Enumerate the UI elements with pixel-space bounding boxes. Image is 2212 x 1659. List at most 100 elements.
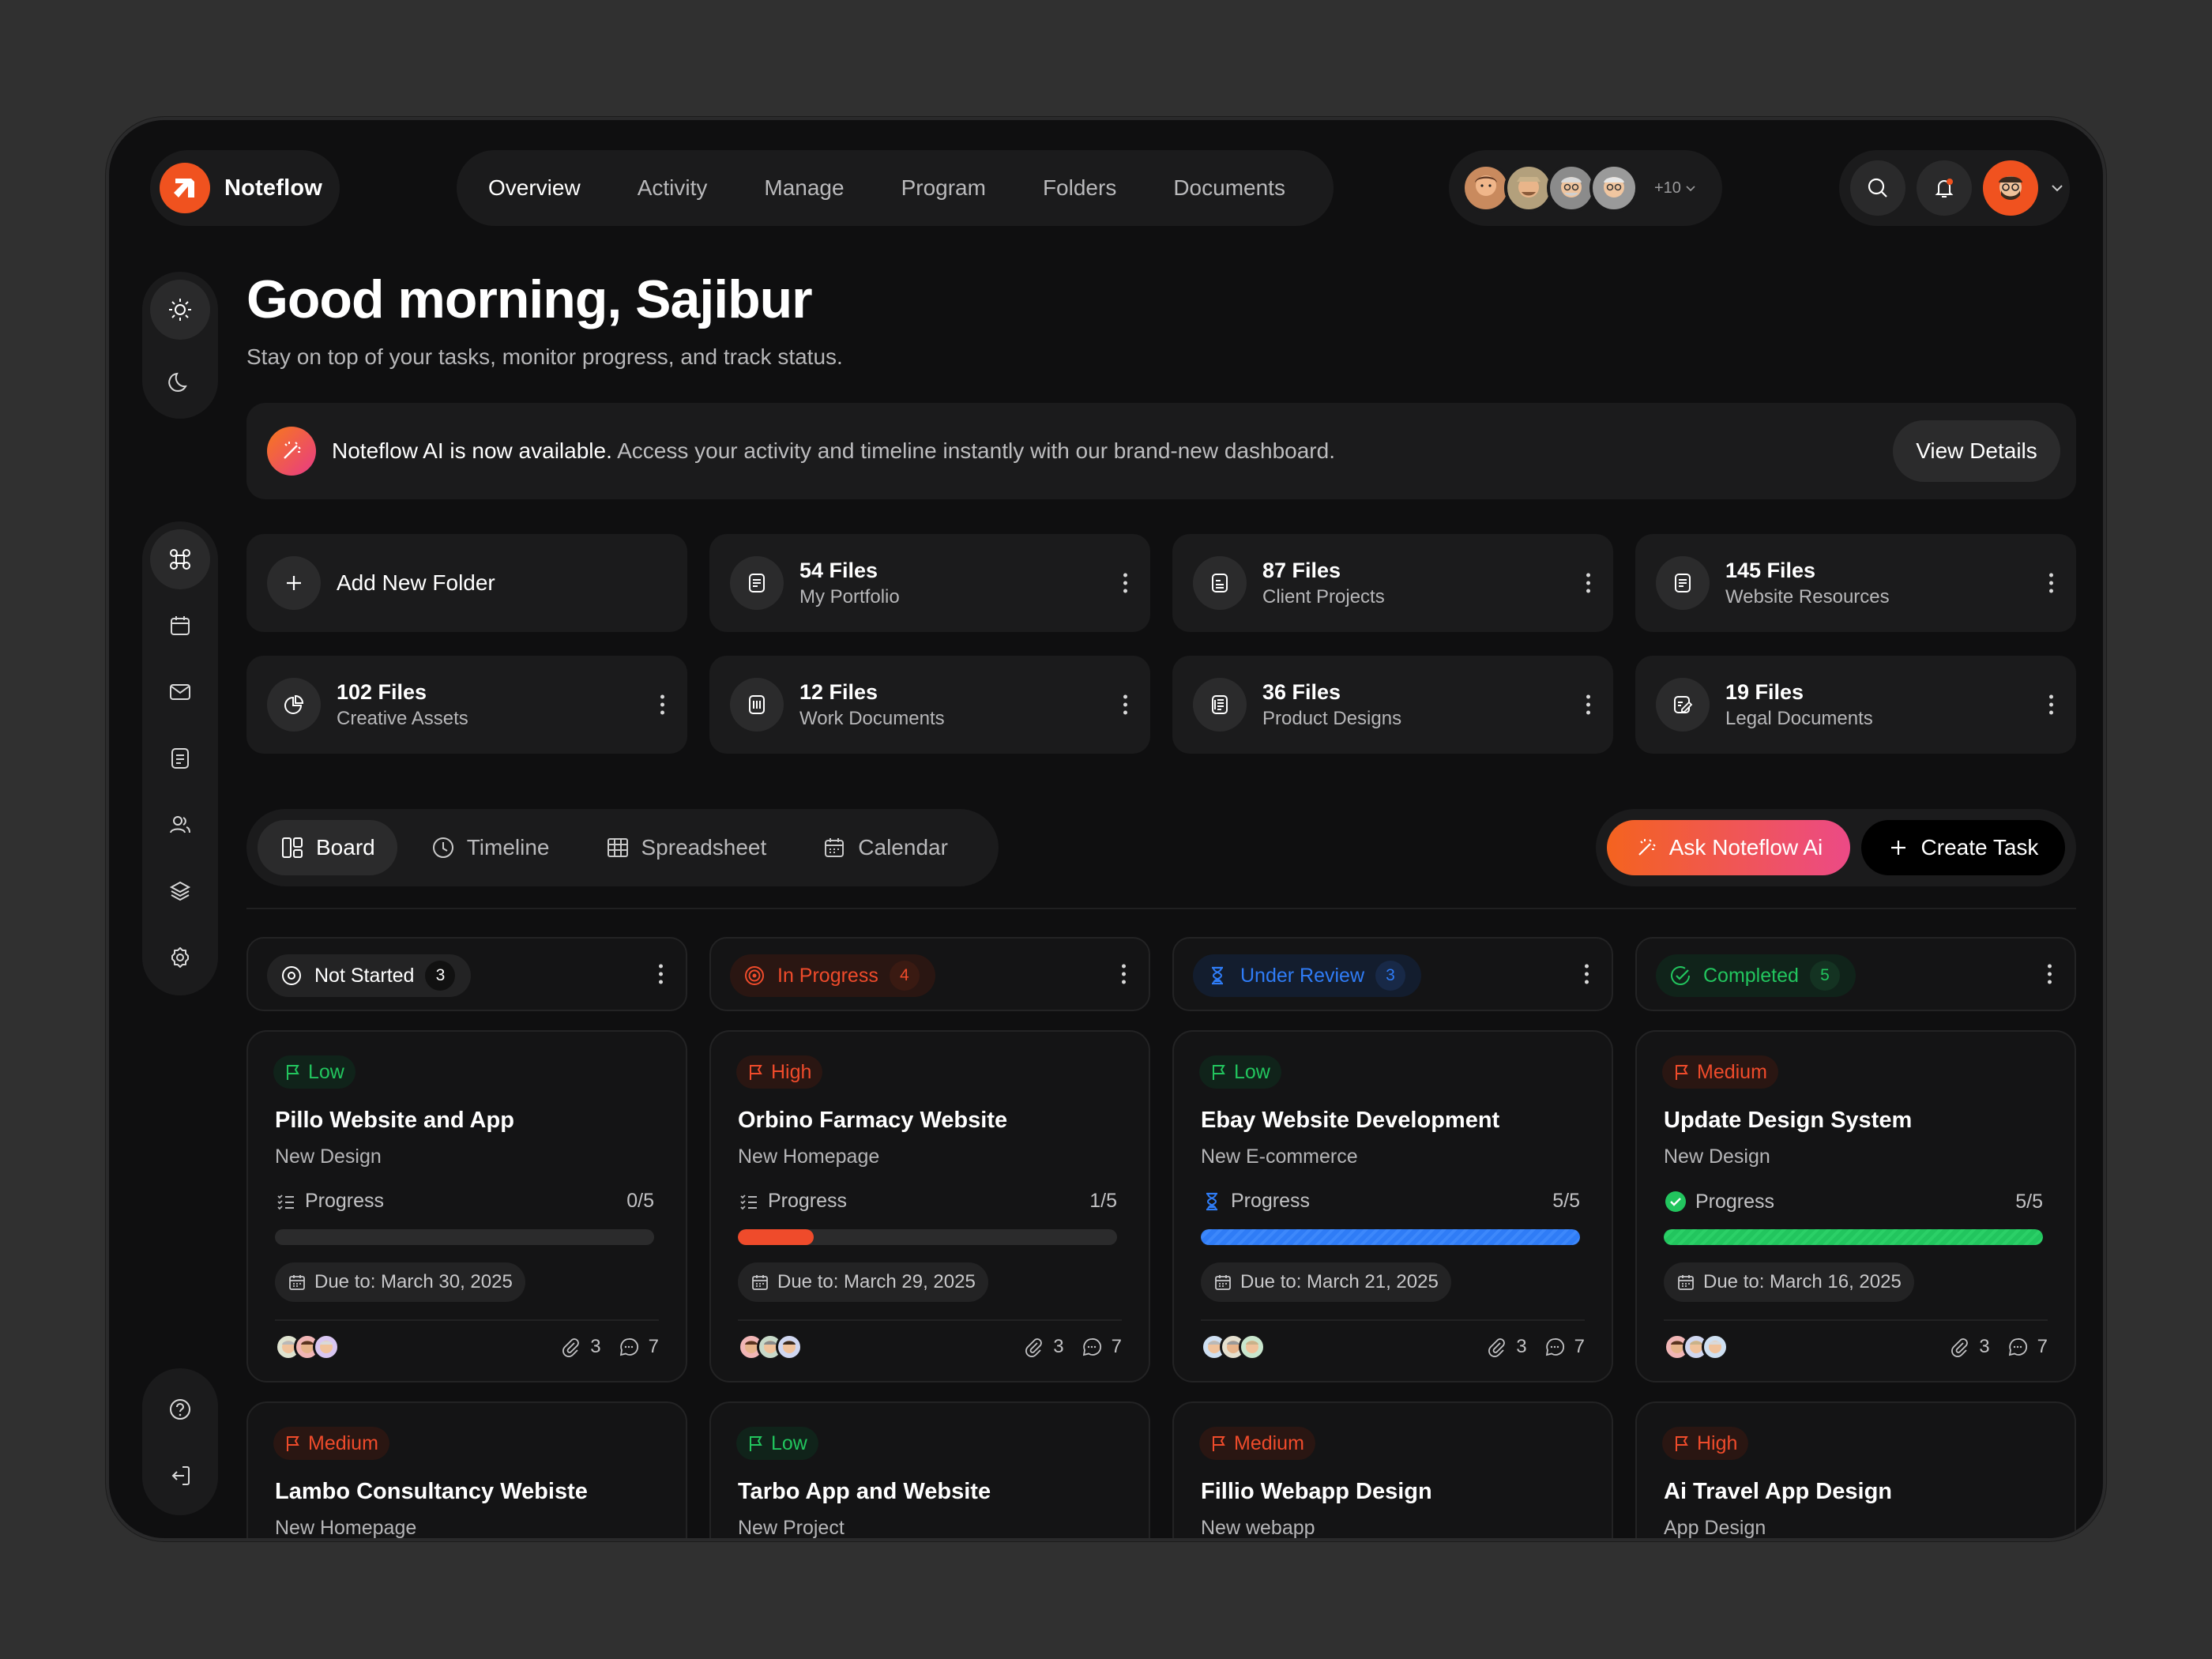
comment-icon[interactable] [619,1337,639,1357]
add-folder-button[interactable]: Add New Folder [246,534,687,632]
sidebar-item-dashboard[interactable] [150,529,210,589]
light-mode-button[interactable] [150,280,210,340]
more-options-icon[interactable] [1123,694,1128,715]
folder-card[interactable]: 36 Files Product Designs [1172,656,1613,754]
nav-activity[interactable]: Activity [638,175,736,201]
more-options-icon[interactable] [2049,573,2054,593]
more-options-icon[interactable] [1586,573,1591,593]
status-badge[interactable]: Under Review 3 [1193,954,1422,997]
flag-icon [1676,1436,1688,1451]
comment-count: 7 [2037,1336,2048,1357]
task-card[interactable]: High Orbino Farmacy Website New Homepage… [709,1030,1150,1382]
nav-overview[interactable]: Overview [488,175,609,201]
assignees[interactable] [275,1334,340,1360]
comment-icon[interactable] [2007,1337,2028,1357]
due-date: Due to: March 21, 2025 [1240,1271,1439,1292]
paperclip-icon[interactable] [1949,1337,1969,1357]
paperclip-icon[interactable] [560,1337,581,1357]
more-options-icon[interactable] [1123,573,1128,593]
more-options-icon[interactable] [2049,694,2054,715]
task-card[interactable]: Low Tarbo App and Website New Project [709,1401,1150,1538]
team-members[interactable]: +10 [1449,150,1722,226]
assignees[interactable] [738,1334,803,1360]
folder-card[interactable]: 145 Files Website Resources [1635,534,2076,632]
sidebar-item-calendar[interactable] [150,596,210,656]
sidebar-item-documents[interactable] [150,728,210,788]
paperclip-icon[interactable] [1023,1337,1044,1357]
dark-mode-button[interactable] [150,351,210,411]
main-nav: Overview Activity Manage Program Folders… [457,150,1334,226]
task-footer: 3 7 [275,1327,659,1367]
create-task-button[interactable]: Create Task [1861,820,2065,875]
comment-icon[interactable] [1082,1337,1102,1357]
sidebar-item-users[interactable] [150,795,210,855]
more-options-icon[interactable] [1586,694,1591,715]
folder-name: Legal Documents [1725,707,1873,729]
task-card[interactable]: High Ai Travel App Design App Design [1635,1401,2076,1538]
task-card[interactable]: Low Pillo Website and App New Design Pro… [246,1030,687,1382]
avatar [1999,176,2022,200]
priority-label: Low [308,1060,344,1083]
paperclip-icon[interactable] [1486,1337,1507,1357]
user-avatar[interactable] [1983,160,2038,216]
more-options-icon[interactable] [1122,964,1127,984]
task-title: Update Design System [1664,1108,1913,1133]
nav-documents[interactable]: Documents [1173,175,1285,201]
folder-card[interactable]: 102 Files Creative Assets [246,656,687,754]
view-details-button[interactable]: View Details [1893,420,2060,482]
ask-ai-button[interactable]: Ask Noteflow Ai [1607,820,1850,875]
task-title: Ai Travel App Design [1664,1479,1892,1504]
more-options-icon[interactable] [660,694,665,715]
chevron-down-icon[interactable] [2049,180,2065,196]
task-meta: 3 7 [1023,1336,1122,1358]
chevron-down-icon [1686,186,1695,192]
sun-icon [169,299,191,321]
comment-icon[interactable] [1544,1337,1565,1357]
task-card[interactable]: Medium Fillio Webapp Design New webapp [1172,1401,1613,1538]
status-badge[interactable]: Not Started 3 [267,954,472,997]
assignees[interactable] [1664,1334,1729,1360]
task-subtitle: New Homepage [275,1517,417,1539]
logout-button[interactable] [150,1446,210,1506]
gear-icon [171,947,189,968]
brand[interactable]: Noteflow [150,150,340,226]
sidebar-item-layers[interactable] [150,861,210,921]
more-options-icon[interactable] [659,964,664,984]
notifications-button[interactable] [1917,160,1972,216]
task-meta: 3 7 [1486,1336,1585,1358]
task-card[interactable]: Low Ebay Website Development New E-comme… [1172,1030,1613,1382]
search-button[interactable] [1850,160,1905,216]
more-options-icon[interactable] [1585,964,1589,984]
assignees[interactable] [1201,1334,1266,1360]
folder-card[interactable]: 87 Files Client Projects [1172,534,1613,632]
calendar-icon [1215,1275,1231,1290]
tab-timeline[interactable]: Timeline [408,820,572,875]
sidebar-item-settings[interactable] [150,927,210,988]
tab-spreadsheet[interactable]: Spreadsheet [583,820,789,875]
task-card[interactable]: Medium Update Design System New Design P… [1635,1030,2076,1382]
status-badge[interactable]: Completed 5 [1656,954,1856,997]
table-icon [607,838,628,857]
nav-folders[interactable]: Folders [1043,175,1145,201]
avatar [1702,1334,1729,1360]
priority-label: Medium [1697,1060,1767,1083]
nav-manage[interactable]: Manage [764,175,872,201]
help-button[interactable] [150,1379,210,1439]
more-options-icon[interactable] [2048,964,2052,984]
folder-card[interactable]: 54 Files My Portfolio [709,534,1150,632]
nav-program[interactable]: Program [901,175,1014,201]
priority-badge: Low [273,1055,356,1089]
team-more-count[interactable]: +10 [1654,179,1681,198]
tab-calendar[interactable]: Calendar [799,820,970,875]
folder-card[interactable]: 19 Files Legal Documents [1635,656,2076,754]
status-badge[interactable]: In Progress 4 [730,954,935,997]
command-icon [170,549,190,570]
status-label: Not Started [314,964,415,987]
folder-card[interactable]: 12 Files Work Documents [709,656,1150,754]
task-actions: Ask Noteflow Ai Create Task [1596,809,2076,886]
sidebar-item-mail[interactable] [150,662,210,722]
tab-board[interactable]: Board [258,820,397,875]
status-count: 4 [889,961,920,991]
task-card[interactable]: Medium Lambo Consultancy Webiste New Hom… [246,1401,687,1539]
page-title: Good morning, Sajibur [246,269,813,329]
